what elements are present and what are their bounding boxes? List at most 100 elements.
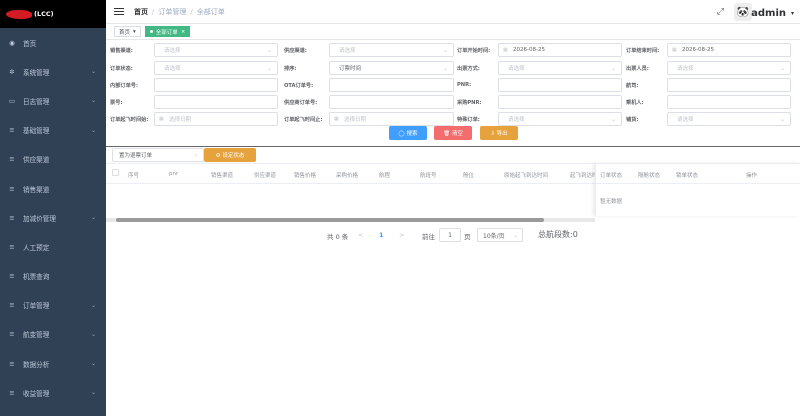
username[interactable]: admin [751, 8, 786, 19]
label-sales-channel: 销售渠道: [110, 48, 133, 54]
select-special-order[interactable]: 请选择 ⌄ [498, 112, 622, 126]
column-header[interactable]: 航班号 [420, 171, 437, 179]
select-sort[interactable]: 订票时间 ⌄ [329, 61, 454, 75]
fixed-table-header: 订单状态 隔舱状态 锁单状态 操作 [596, 163, 800, 184]
goto-page-input[interactable]: 1 [439, 228, 461, 242]
set-status-button[interactable]: ⚙ 设定状态 [204, 148, 256, 162]
date-dep-from[interactable]: ▦ 选择日期 [154, 112, 278, 126]
sidebar-item-11[interactable]: ≡ 数据分析 ⌄ [0, 349, 106, 378]
select-supply-channel[interactable]: 请选择 ⌄ [329, 43, 454, 57]
sidebar-item-10[interactable]: ≡ 航变管理 ⌄ [0, 320, 106, 349]
column-header[interactable]: 销售渠道 [211, 171, 233, 179]
sidebar-item-8[interactable]: ≡ 机票查询 [0, 262, 106, 291]
page-size-select[interactable]: 10条/页 ⌄ [477, 228, 523, 242]
input-internal-order-no[interactable] [154, 78, 278, 92]
tag-all-orders[interactable]: 全部订单 × [144, 26, 191, 37]
column-header[interactable]: 起飞到达时 [570, 171, 598, 179]
select-cabin[interactable]: 请选择 ⌄ [667, 112, 791, 126]
tag-home[interactable]: 首页 ▾ [114, 26, 141, 37]
logo[interactable]: (LCC) [0, 0, 106, 28]
goto-label: 前往 [422, 233, 435, 241]
divider [106, 146, 800, 147]
column-header[interactable]: 操作 [746, 171, 757, 179]
select-ticket-person[interactable]: 请选择 ⌄ [667, 61, 791, 75]
breadcrumb-order-management: 订单管理 [158, 7, 187, 16]
dashboard-icon: ◉ [9, 38, 15, 47]
chevron-down-icon: ⌄ [90, 214, 96, 222]
prev-page-button[interactable]: < [358, 231, 363, 239]
sidebar-item-0[interactable]: ◉ 首页 [0, 28, 106, 57]
sidebar-item-9[interactable]: ≡ 订单管理 ⌄ [0, 291, 106, 320]
column-header[interactable]: 原始起飞到达时间 [504, 171, 548, 179]
input-purchase-pnr[interactable] [498, 95, 622, 109]
list-icon: ≡ [9, 359, 15, 368]
column-header[interactable]: 航程 [379, 171, 390, 179]
label-ota-order-no: OTA订单号: [284, 83, 314, 89]
chevron-down-icon: ⌄ [193, 152, 198, 158]
chevron-down-icon: ⌄ [266, 64, 272, 72]
active-dot-icon [149, 30, 153, 33]
pagination: 共 0 条 < 1 > 前往 1 页 10条/页 ⌄ 总航段数:0 [106, 228, 800, 242]
tags-view: 首页 ▾ 全部订单 × [106, 24, 800, 40]
caret-down-icon[interactable]: ▾ [791, 10, 794, 17]
page-number[interactable]: 1 [379, 231, 384, 239]
date-order-end[interactable]: ▦ 2026-08-25 [667, 43, 791, 57]
input-supplier-order-no[interactable] [329, 95, 454, 109]
label-supplier-order-no: 供应商订单号: [284, 100, 318, 106]
chevron-down-icon: ⌄ [442, 46, 448, 54]
column-header[interactable]: 序号 [128, 171, 139, 179]
list-icon: ≡ [9, 330, 15, 339]
column-header[interactable]: 订单状态 [600, 171, 622, 179]
sidebar-item-6[interactable]: ≡ 加减价管理 ⌄ [0, 203, 106, 232]
column-header[interactable]: 销售价格 [294, 171, 316, 179]
sidebar-item-2[interactable]: ▭ 日志管理 ⌄ [0, 86, 106, 115]
avatar[interactable]: 🐼 [734, 3, 752, 21]
chevron-down-icon: ⌄ [610, 64, 616, 72]
sidebar-item-label: 收益管理 [23, 389, 50, 398]
fullscreen-icon[interactable]: ⤢ [717, 7, 724, 17]
select-all-checkbox[interactable] [112, 169, 119, 176]
sidebar-item-label: 供应渠道 [23, 156, 50, 165]
next-page-button[interactable]: > [399, 231, 404, 239]
sidebar-item-label: 数据分析 [23, 360, 50, 369]
sidebar-item-1[interactable]: ✲ 系统管理 ⌄ [0, 57, 106, 86]
sidebar-item-7[interactable]: ≡ 人工预定 [0, 232, 106, 261]
horizontal-scrollbar-thumb[interactable] [116, 218, 544, 222]
list-icon: ≡ [9, 126, 15, 135]
column-header[interactable]: 锁单状态 [676, 171, 698, 179]
clear-button[interactable]: 🗑 清空 [434, 126, 472, 140]
sidebar-item-5[interactable]: ≡ 销售渠道 [0, 174, 106, 203]
gear-icon: ✲ [9, 67, 15, 76]
select-sales-channel[interactable]: 请选择 ⌄ [154, 43, 278, 57]
sidebar-item-label: 订单管理 [23, 302, 50, 311]
column-header[interactable]: 隔舱状态 [638, 171, 660, 179]
label-special-order: 特殊订单: [457, 117, 480, 123]
sidebar-item-3[interactable]: ≡ 基础管理 ⌄ [0, 116, 106, 145]
sidebar-item-label: 销售渠道 [23, 185, 50, 194]
filter-row-1: 销售渠道: 请选择 ⌄ 供应渠道: 请选择 ⌄ 订单开始时间: ▦ 2026-08-2… [106, 43, 800, 57]
filter-row-3: 内部订单号: OTA订单号: PNR: 航司: [106, 78, 800, 92]
breadcrumb-home[interactable]: 首页 [134, 7, 148, 17]
sidebar-item-4[interactable]: ≡ 供应渠道 [0, 145, 106, 174]
export-button[interactable]: ⇩ 导出 [480, 126, 518, 140]
column-header[interactable]: 采购价格 [336, 171, 358, 179]
column-header[interactable]: 供应渠道 [254, 171, 276, 179]
input-ota-order-no[interactable] [329, 78, 454, 92]
select-order-status[interactable]: 请选择 ⌄ [154, 61, 278, 75]
label-dep-to: 订单起飞时间止: [284, 117, 323, 123]
sidebar-item-12[interactable]: ≡ 收益管理 ⌄ [0, 378, 106, 407]
input-pnr[interactable] [498, 78, 622, 92]
column-header[interactable]: pnr [169, 171, 178, 177]
bulk-action-select[interactable]: 置为退票订单 ⌄ [112, 148, 204, 162]
search-button[interactable]: ◯ 搜索 [389, 126, 427, 140]
input-passenger[interactable] [667, 95, 791, 109]
breadcrumb-all-orders: 全部订单 [196, 7, 225, 16]
close-icon[interactable]: × [181, 29, 186, 35]
input-airline[interactable] [667, 78, 791, 92]
date-order-start[interactable]: ▦ 2026-08-25 [498, 43, 622, 57]
column-header[interactable]: 舱位 [463, 171, 474, 179]
select-ticket-method[interactable]: 请选择 ⌄ [498, 61, 622, 75]
hamburger-icon[interactable] [114, 7, 124, 16]
date-dep-to[interactable]: ▦ 选择日期 [329, 112, 454, 126]
input-ticket-no[interactable] [154, 95, 278, 109]
